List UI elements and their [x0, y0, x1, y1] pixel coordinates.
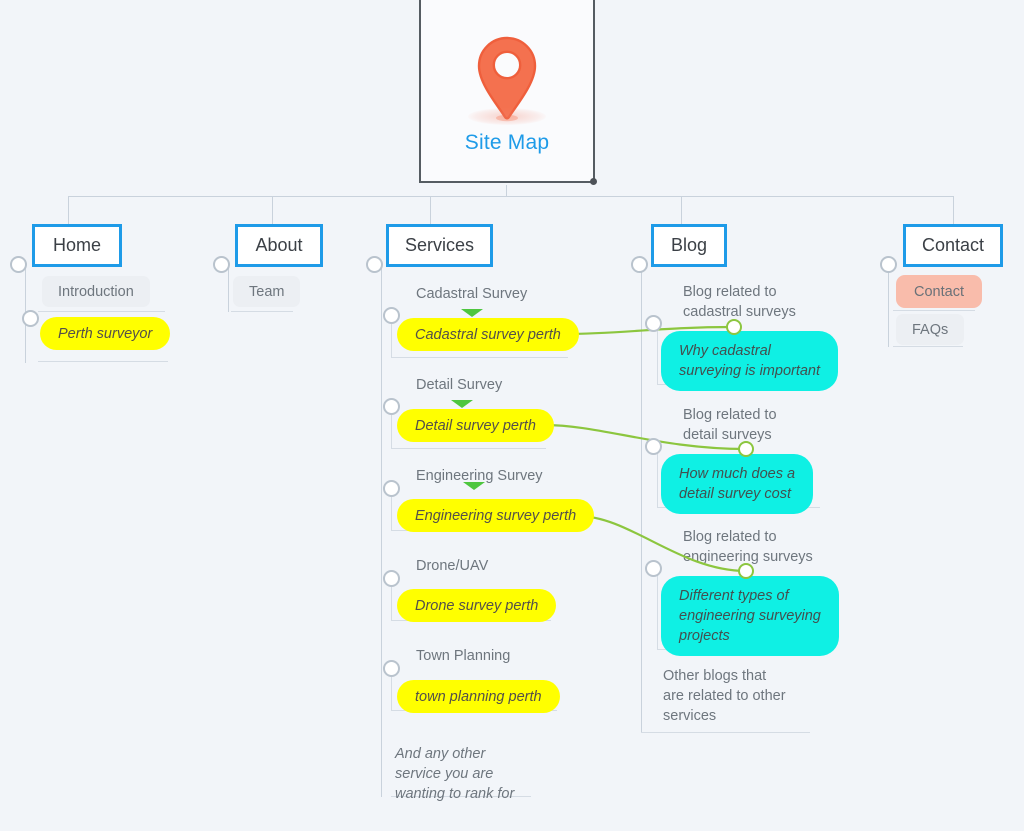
pill-introduction-label: Introduction	[58, 283, 134, 300]
service-label-cadastral: Cadastral Survey	[416, 286, 528, 302]
root-title: Site Map	[464, 131, 550, 154]
drop-contact	[953, 196, 954, 224]
pill-team[interactable]: Team	[233, 276, 301, 307]
blog-label-engineering: Blog related to engineering surveys	[683, 529, 813, 565]
section-head-contact-label: Contact	[921, 235, 985, 255]
pill-blog-why-cadastral-label: Why cadastral surveying is important	[679, 343, 821, 379]
link-endpoint-detail[interactable]	[738, 441, 754, 457]
pill-keyword-drone-label: Drone survey perth	[415, 597, 539, 614]
pill-blog-detail-cost-label: How much does a detail survey cost	[679, 466, 796, 502]
contact-spine	[888, 267, 889, 347]
section-head-services[interactable]: Services	[386, 224, 493, 267]
branch-dot-engineering[interactable]	[383, 480, 400, 497]
pill-introduction[interactable]: Introduction	[42, 276, 150, 307]
pill-faqs[interactable]: FAQs	[896, 314, 965, 345]
root-node-site-map[interactable]: Site Map	[419, 0, 597, 185]
pill-team-label: Team	[249, 283, 285, 300]
section-head-services-label: Services	[404, 235, 475, 255]
pill-keyword-perth-surveyor-label: Perth surveyor	[58, 325, 153, 342]
main-bus-line	[68, 196, 954, 197]
branch-dot-home[interactable]	[10, 256, 27, 273]
pill-blog-detail-cost[interactable]: How much does a detail survey cost	[661, 454, 814, 514]
blog-label-detail: Blog related to detail surveys	[683, 407, 777, 443]
branch-dot-about[interactable]	[213, 256, 230, 273]
branch-dot-blog[interactable]	[631, 256, 648, 273]
pill-contact[interactable]: Contact	[896, 275, 982, 308]
pill-blog-engineering-types-label: Different types of engineering surveying…	[679, 588, 821, 644]
branch-dot-detail[interactable]	[383, 398, 400, 415]
section-head-about[interactable]: About	[235, 224, 323, 267]
blog-label-cadastral: Blog related to cadastral surveys	[683, 284, 796, 320]
branch-dot-blog-detail[interactable]	[645, 438, 662, 455]
pill-keyword-engineering[interactable]: Engineering survey perth	[397, 499, 595, 532]
about-spine	[228, 267, 229, 312]
pill-keyword-detail[interactable]: Detail survey perth	[397, 409, 554, 442]
pill-keyword-perth-surveyor[interactable]: Perth surveyor	[40, 317, 171, 350]
link-endpoint-engineering[interactable]	[738, 563, 754, 579]
branch-dot-services[interactable]	[366, 256, 383, 273]
branch-dot-cadastral[interactable]	[383, 307, 400, 324]
pill-keyword-detail-label: Detail survey perth	[415, 417, 536, 434]
pill-contact-label: Contact	[914, 283, 964, 300]
branch-dot-home-keyword[interactable]	[22, 310, 39, 327]
pill-keyword-cadastral-label: Cadastral survey perth	[415, 326, 561, 343]
section-head-blog-label: Blog	[670, 235, 708, 255]
branch-dot-blog-cadastral[interactable]	[645, 315, 662, 332]
section-head-home[interactable]: Home	[32, 224, 122, 267]
service-label-town-planning: Town Planning	[416, 648, 511, 664]
trunk-drop-line	[506, 185, 507, 196]
link-endpoint-cadastral[interactable]	[726, 319, 742, 335]
pill-keyword-engineering-label: Engineering survey perth	[415, 507, 577, 524]
pill-keyword-drone[interactable]: Drone survey perth	[397, 589, 557, 622]
branch-dot-drone[interactable]	[383, 570, 400, 587]
branch-dot-town-planning[interactable]	[383, 660, 400, 677]
pill-keyword-cadastral[interactable]: Cadastral survey perth	[397, 318, 579, 351]
services-note: And any other service you are wanting to…	[395, 746, 515, 802]
service-label-drone: Drone/UAV	[416, 558, 489, 574]
sitemap-canvas: Site Map Home Introduction Perth surveyo…	[0, 0, 1024, 831]
pin-shadow	[468, 108, 546, 125]
pill-blog-engineering-types[interactable]: Different types of engineering surveying…	[661, 576, 839, 656]
branch-dot-contact[interactable]	[880, 256, 897, 273]
drop-about	[272, 196, 273, 224]
pill-keyword-town-planning-label: town planning perth	[415, 688, 542, 705]
pill-faqs-label: FAQs	[912, 321, 949, 338]
pill-blog-why-cadastral[interactable]: Why cadastral surveying is important	[661, 331, 839, 391]
map-pin-icon	[452, 22, 562, 127]
section-head-blog[interactable]: Blog	[651, 224, 727, 267]
drop-blog	[681, 196, 682, 224]
drop-home	[68, 196, 69, 224]
pill-keyword-town-planning[interactable]: town planning perth	[397, 680, 560, 713]
branch-dot-blog-engineering[interactable]	[645, 560, 662, 577]
blog-note: Other blogs that are related to other se…	[663, 668, 786, 724]
section-head-home-label: Home	[52, 235, 101, 255]
section-head-contact[interactable]: Contact	[903, 224, 1003, 267]
green-marker-detail	[451, 400, 473, 408]
services-spine	[381, 267, 382, 797]
section-head-about-label: About	[255, 235, 303, 255]
service-label-detail: Detail Survey	[416, 377, 503, 393]
green-marker-cadastral	[461, 309, 483, 317]
green-marker-engineering	[463, 482, 485, 490]
drop-services	[430, 196, 431, 224]
resize-handle[interactable]	[590, 178, 597, 185]
